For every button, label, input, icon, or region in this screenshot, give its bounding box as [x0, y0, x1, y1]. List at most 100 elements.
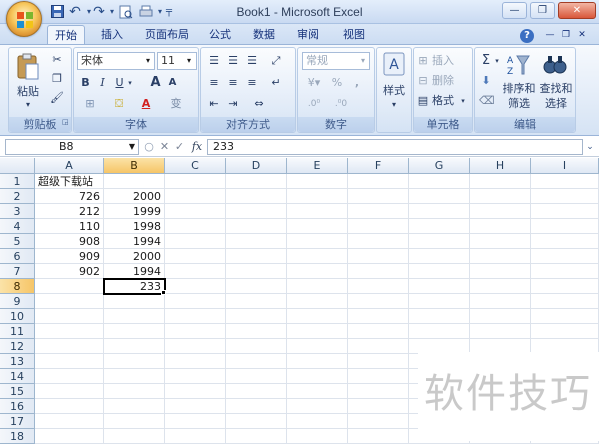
- bold-button[interactable]: B: [78, 74, 93, 92]
- row-header-9[interactable]: 9: [0, 294, 35, 309]
- cell-f12[interactable]: [348, 339, 409, 354]
- row-header-6[interactable]: 6: [0, 249, 35, 264]
- borders-icon[interactable]: ⊞: [78, 95, 102, 113]
- cell-c12[interactable]: [165, 339, 226, 354]
- sort-filter-icon[interactable]: AZ: [505, 52, 531, 78]
- cell-f7[interactable]: [348, 264, 409, 279]
- cell-i7[interactable]: [531, 264, 599, 279]
- cell-e14[interactable]: [287, 369, 348, 384]
- cell-d14[interactable]: [226, 369, 287, 384]
- column-header-c[interactable]: C: [165, 158, 226, 174]
- row-header-7[interactable]: 7: [0, 264, 35, 279]
- paste-dropdown-icon[interactable]: ▾: [22, 96, 34, 114]
- cell-b1[interactable]: [104, 174, 165, 189]
- cell-d7[interactable]: [226, 264, 287, 279]
- cell-g6[interactable]: [409, 249, 470, 264]
- cut-icon[interactable]: ✂: [48, 51, 66, 69]
- underline-dropdown-icon[interactable]: ▾: [126, 74, 134, 92]
- decrease-decimal-icon[interactable]: .⁰0: [330, 95, 352, 113]
- cell-a12[interactable]: [35, 339, 104, 354]
- styles-dropdown-icon[interactable]: ▾: [388, 96, 400, 114]
- cell-a2[interactable]: 726: [35, 189, 104, 204]
- cell-e1[interactable]: [287, 174, 348, 189]
- shrink-font-button[interactable]: A: [166, 74, 179, 92]
- cell-f6[interactable]: [348, 249, 409, 264]
- cell-b3[interactable]: 1999: [104, 204, 165, 219]
- insert-cells-icon[interactable]: ⊞: [416, 52, 430, 70]
- format-cells-dropdown-icon[interactable]: ▾: [459, 92, 467, 110]
- cell-i9[interactable]: [531, 294, 599, 309]
- cell-a15[interactable]: [35, 384, 104, 399]
- cell-h2[interactable]: [470, 189, 531, 204]
- cell-h4[interactable]: [470, 219, 531, 234]
- cell-i2[interactable]: [531, 189, 599, 204]
- column-header-h[interactable]: H: [470, 158, 531, 174]
- cell-g11[interactable]: [409, 324, 470, 339]
- customize-qat-icon[interactable]: ╤: [164, 3, 174, 21]
- cell-i10[interactable]: [531, 309, 599, 324]
- cell-h1[interactable]: [470, 174, 531, 189]
- cell-d3[interactable]: [226, 204, 287, 219]
- cell-e7[interactable]: [287, 264, 348, 279]
- cell-a7[interactable]: 902: [35, 264, 104, 279]
- insert-function-button[interactable]: fx: [189, 139, 205, 155]
- row-header-10[interactable]: 10: [0, 309, 35, 324]
- ribbon-restore-button[interactable]: ❐: [559, 25, 573, 45]
- fill-icon[interactable]: ⬇: [479, 72, 493, 90]
- cell-h3[interactable]: [470, 204, 531, 219]
- format-painter-icon[interactable]: 🖌: [48, 89, 66, 107]
- fill-handle[interactable]: [161, 290, 166, 295]
- row-header-13[interactable]: 13: [0, 354, 35, 369]
- tab-formulas[interactable]: 公式: [203, 25, 237, 45]
- percent-button[interactable]: %: [330, 74, 344, 92]
- cell-i4[interactable]: [531, 219, 599, 234]
- cell-c3[interactable]: [165, 204, 226, 219]
- row-header-12[interactable]: 12: [0, 339, 35, 354]
- save-icon[interactable]: [48, 3, 66, 21]
- cell-a17[interactable]: [35, 414, 104, 429]
- cell-d8[interactable]: [226, 279, 287, 294]
- cell-f10[interactable]: [348, 309, 409, 324]
- font-size-dropdown-icon[interactable]: ▾: [187, 53, 195, 69]
- tab-insert[interactable]: 插入: [95, 25, 129, 45]
- ribbon-minimize-button[interactable]: —: [543, 25, 557, 45]
- cancel-entry-button[interactable]: ✕: [158, 139, 171, 155]
- cell-i11[interactable]: [531, 324, 599, 339]
- cell-b15[interactable]: [104, 384, 165, 399]
- cell-f16[interactable]: [348, 399, 409, 414]
- cell-a9[interactable]: [35, 294, 104, 309]
- minimize-button[interactable]: —: [502, 2, 527, 19]
- print-preview-icon[interactable]: [117, 3, 135, 21]
- font-name-dropdown-icon[interactable]: ▾: [146, 53, 154, 69]
- cell-d12[interactable]: [226, 339, 287, 354]
- autosum-dropdown-icon[interactable]: ▾: [493, 52, 501, 70]
- cell-c2[interactable]: [165, 189, 226, 204]
- cell-d5[interactable]: [226, 234, 287, 249]
- delete-cells-icon[interactable]: ⊟: [416, 72, 430, 90]
- cell-d4[interactable]: [226, 219, 287, 234]
- cell-a6[interactable]: 909: [35, 249, 104, 264]
- cell-c9[interactable]: [165, 294, 226, 309]
- cell-b9[interactable]: [104, 294, 165, 309]
- cell-d13[interactable]: [226, 354, 287, 369]
- cell-e5[interactable]: [287, 234, 348, 249]
- row-header-18[interactable]: 18: [0, 429, 35, 444]
- cell-i1[interactable]: [531, 174, 599, 189]
- cell-g4[interactable]: [409, 219, 470, 234]
- cell-e13[interactable]: [287, 354, 348, 369]
- cell-i6[interactable]: [531, 249, 599, 264]
- cell-g10[interactable]: [409, 309, 470, 324]
- cell-a1[interactable]: 超级下载站: [35, 174, 104, 189]
- align-center-icon[interactable]: ≡: [225, 74, 241, 92]
- expand-formula-bar-icon[interactable]: ⌄: [584, 139, 596, 155]
- cell-h9[interactable]: [470, 294, 531, 309]
- enter-button[interactable]: ✓: [173, 139, 186, 155]
- cell-e12[interactable]: [287, 339, 348, 354]
- cell-c6[interactable]: [165, 249, 226, 264]
- cell-a4[interactable]: 110: [35, 219, 104, 234]
- cell-e9[interactable]: [287, 294, 348, 309]
- cell-b5[interactable]: 1994: [104, 234, 165, 249]
- tab-review[interactable]: 审阅: [291, 25, 325, 45]
- cell-d6[interactable]: [226, 249, 287, 264]
- column-header-d[interactable]: D: [226, 158, 287, 174]
